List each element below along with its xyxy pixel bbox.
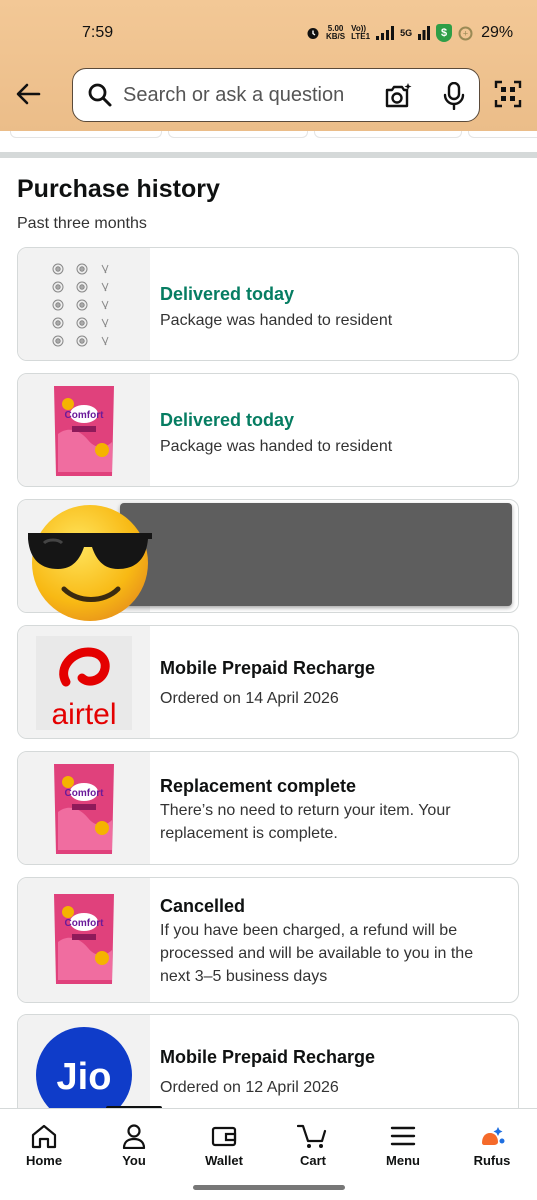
wallet-icon — [211, 1126, 237, 1147]
microphone-icon[interactable] — [443, 82, 465, 110]
cable-clips-icon — [52, 263, 109, 347]
product-thumbnail — [18, 248, 150, 360]
redaction-box — [120, 503, 512, 606]
nav-cart[interactable]: Cart — [278, 1123, 348, 1168]
nav-home[interactable]: Home — [9, 1123, 79, 1168]
order-card[interactable]: Delivered today Package was handed to re… — [17, 247, 519, 361]
signal-icon — [376, 26, 395, 40]
order-detail: Ordered on 12 April 2026 — [160, 1079, 339, 1096]
app-header: 7:59 5.00 KB/S Vo)) LTE1 5G $ + 29% — [0, 0, 537, 131]
svg-text:Comfort: Comfort — [65, 918, 105, 929]
net-speed: 5.00 KB/S — [326, 24, 346, 41]
network-type: 5G — [400, 28, 413, 38]
nav-wallet[interactable]: Wallet — [189, 1123, 259, 1168]
nav-you-label: You — [122, 1153, 146, 1168]
svg-text:Comfort: Comfort — [65, 410, 105, 421]
carousel-tile — [468, 131, 537, 138]
product-thumbnail: Comfort — [18, 878, 150, 1002]
order-card[interactable]: airtel Mobile Prepaid Recharge Ordered o… — [17, 625, 519, 739]
carousel-tile — [168, 131, 308, 138]
sunglasses-emoji-icon — [28, 505, 152, 621]
search-icon — [88, 83, 112, 107]
search-bar[interactable] — [72, 68, 480, 122]
order-detail: If you have been charged, a refund will … — [160, 922, 474, 985]
page-title: Purchase history — [17, 175, 220, 203]
nav-cart-label: Cart — [299, 1153, 326, 1168]
section-subtitle: Past three months — [17, 215, 147, 232]
order-status: Replacement complete — [160, 776, 357, 796]
nav-menu[interactable]: Menu — [368, 1123, 438, 1168]
qr-scan-icon[interactable] — [494, 80, 522, 108]
product-thumbnail: Comfort — [18, 752, 150, 864]
section-divider — [0, 152, 537, 158]
order-detail: Ordered on 14 April 2026 — [160, 690, 339, 707]
order-status: Cancelled — [160, 896, 246, 916]
svg-text:Jio: Jio — [57, 1056, 112, 1098]
svg-text:Comfort: Comfort — [65, 788, 105, 799]
person-icon — [122, 1124, 146, 1149]
comfort-pack-image: Comfort — [54, 894, 114, 984]
carousel-tile — [10, 131, 162, 138]
product-thumbnail: Comfort — [18, 374, 150, 486]
gesture-home-bar — [193, 1185, 345, 1190]
status-time: 7:59 — [82, 24, 114, 41]
search-input[interactable] — [123, 81, 363, 109]
signal-icon-2 — [418, 26, 431, 40]
svg-text:+: + — [463, 28, 468, 38]
battery-percent: 29% — [481, 24, 514, 41]
security-shield-icon: $ — [436, 24, 453, 42]
svg-text:airtel: airtel — [51, 698, 116, 731]
back-arrow-icon[interactable] — [14, 80, 42, 108]
product-thumbnail: airtel — [18, 626, 150, 738]
nav-wallet-label: Wallet — [205, 1153, 243, 1168]
comfort-pack-image: Comfort — [54, 764, 114, 854]
order-card[interactable]: Comfort Cancelled If you have been charg… — [17, 877, 519, 1003]
rufus-icon — [482, 1127, 505, 1145]
alarm-icon — [307, 28, 319, 39]
order-card[interactable]: Comfort Replacement complete There’s no … — [17, 751, 519, 865]
volte-indicator: Vo)) LTE1 — [351, 24, 371, 41]
camera-search-icon[interactable] — [383, 82, 413, 110]
order-detail: There’s no need to return your item. You… — [160, 802, 451, 842]
order-detail: Package was handed to resident — [160, 312, 393, 329]
nav-rufus[interactable]: Rufus — [457, 1123, 527, 1168]
nav-menu-label: Menu — [386, 1153, 420, 1168]
nav-you[interactable]: You — [99, 1123, 169, 1168]
order-status: Delivered today — [160, 284, 295, 304]
menu-icon — [390, 1126, 416, 1146]
home-icon — [31, 1124, 57, 1149]
nav-rufus-label: Rufus — [473, 1153, 511, 1168]
status-bar: 7:59 5.00 KB/S Vo)) LTE1 5G $ + 29% — [0, 18, 537, 50]
order-status: Delivered today — [160, 410, 295, 430]
order-status: Mobile Prepaid Recharge — [160, 658, 376, 678]
carousel-remnant — [0, 131, 537, 153]
battery-saver-icon: + — [458, 26, 473, 40]
status-icons: 5.00 KB/S Vo)) LTE1 5G $ + 29% — [306, 24, 513, 42]
carousel-tile — [314, 131, 462, 138]
order-status: Mobile Prepaid Recharge — [160, 1047, 376, 1067]
cart-icon — [297, 1124, 327, 1148]
order-card[interactable]: Comfort Delivered today Package was hand… — [17, 373, 519, 487]
nav-home-label: Home — [25, 1153, 63, 1168]
order-detail: Package was handed to resident — [160, 438, 393, 455]
comfort-pack-image: Comfort — [54, 386, 114, 476]
airtel-logo: airtel — [36, 636, 132, 731]
